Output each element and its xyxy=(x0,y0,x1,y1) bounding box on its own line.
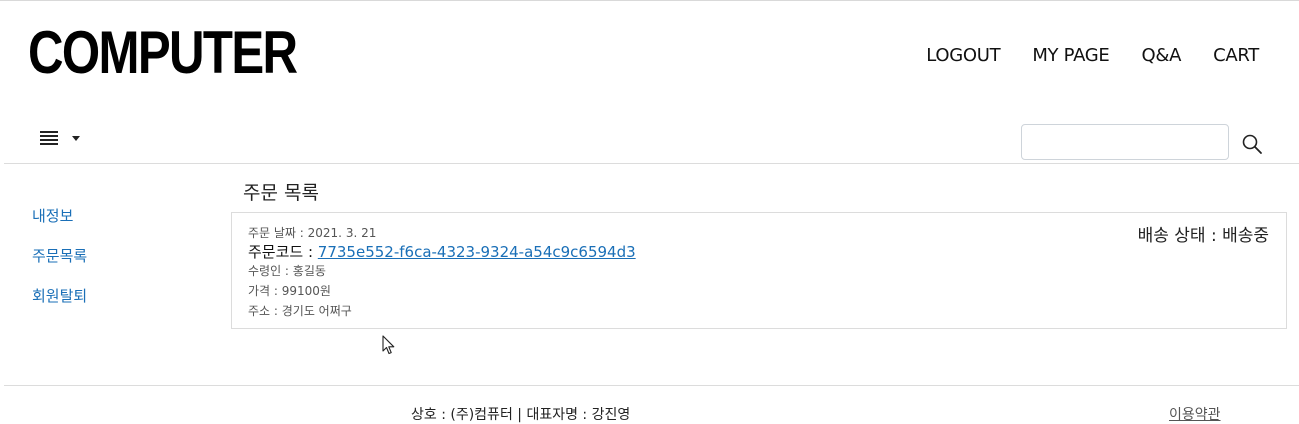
footer-company-info: 상호 : (주)컴퓨터 | 대표자명 : 강진영 xyxy=(411,407,631,423)
sidebar-item-order-list[interactable]: 주문목록 xyxy=(32,246,87,266)
search-icon xyxy=(1242,134,1262,154)
order-card: 주문 날짜 : 2021. 3. 21 주문코드 : 7735e552-f6ca… xyxy=(231,212,1287,329)
hamburger-icon xyxy=(40,131,58,145)
sidebar-item-my-info[interactable]: 내정보 xyxy=(32,206,87,226)
order-code-link[interactable]: 7735e552-f6ca-4323-9324-a54c9c6594d3 xyxy=(318,243,636,261)
order-code-label: 주문코드 : xyxy=(248,243,318,261)
sidebar: 내정보 주문목록 회원탈퇴 xyxy=(32,206,87,326)
logout-link[interactable]: LOGOUT xyxy=(926,45,1000,66)
caret-down-icon xyxy=(72,135,80,141)
cart-link[interactable]: CART xyxy=(1213,45,1259,66)
delivery-status: 배송 상태 : 배송중 xyxy=(1137,226,1269,246)
order-price: 가격 : 99100원 xyxy=(248,284,331,298)
sidebar-item-withdraw[interactable]: 회원탈퇴 xyxy=(32,286,87,306)
page-title: 주문 목록 xyxy=(243,182,319,204)
qna-link[interactable]: Q&A xyxy=(1142,45,1182,66)
order-code-row: 주문코드 : 7735e552-f6ca-4323-9324-a54c9c659… xyxy=(248,241,636,262)
footer-divider xyxy=(4,385,1299,386)
header-divider xyxy=(4,163,1299,164)
mouse-pointer-icon xyxy=(382,335,395,355)
search-input[interactable] xyxy=(1021,124,1229,160)
order-recipient: 수령인 : 홍길동 xyxy=(248,264,326,278)
order-date: 주문 날짜 : 2021. 3. 21 xyxy=(248,226,377,240)
category-menu-button[interactable] xyxy=(40,131,80,145)
terms-link[interactable]: 이용약관 xyxy=(1169,404,1221,424)
my-page-link[interactable]: MY PAGE xyxy=(1032,45,1109,66)
site-logo[interactable]: COMPUTER xyxy=(28,23,298,83)
top-nav: LOGOUT MY PAGE Q&A CART xyxy=(926,45,1259,66)
order-address: 주소 : 경기도 어쩌구 xyxy=(248,304,352,318)
search-button[interactable] xyxy=(1242,134,1264,156)
